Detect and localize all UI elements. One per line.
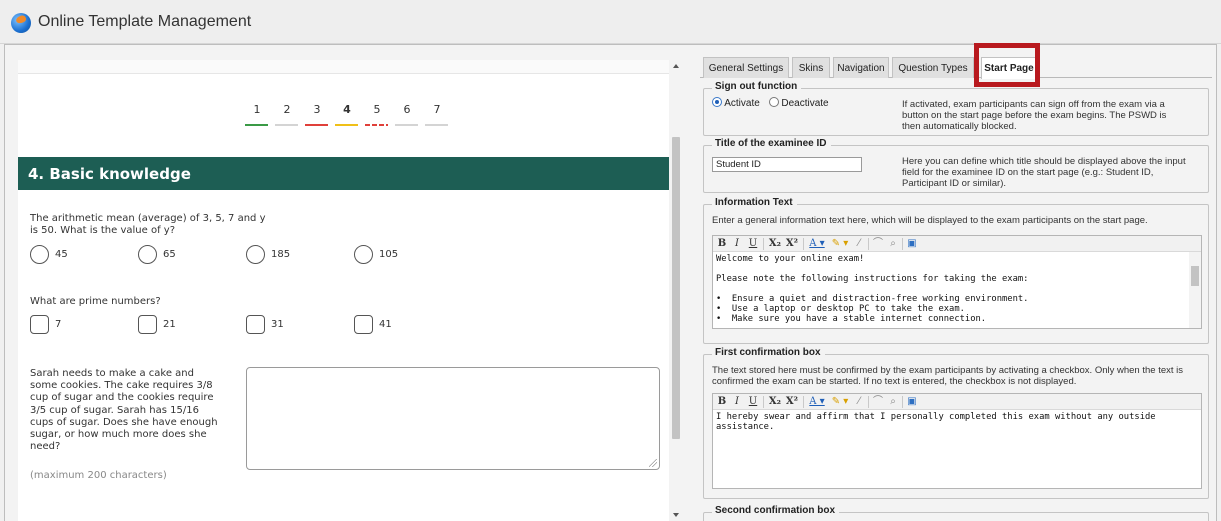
- checkbox-icon[interactable]: [138, 315, 157, 334]
- information-text-description: Enter a general information text here, w…: [712, 215, 1148, 226]
- question-1-text: The arithmetic mean (average) of 3, 5, 7…: [30, 213, 266, 236]
- page-link-6[interactable]: 6: [394, 103, 420, 126]
- question-2-text: What are prime numbers?: [30, 296, 161, 307]
- checkbox-icon[interactable]: [354, 315, 373, 334]
- examinee-id-title-input[interactable]: [712, 157, 862, 172]
- clear-format-icon[interactable]: ⁄: [854, 396, 864, 408]
- editor-toolbar: B I U X₂ X² A ▾ ✎ ▾ ⁄ ⌒ ⌕ ▣: [713, 236, 1201, 252]
- deactivate-radio[interactable]: Deactivate: [768, 97, 829, 109]
- bold-button[interactable]: B: [717, 396, 727, 408]
- unlink-icon[interactable]: ⌕: [887, 396, 899, 408]
- source-view-icon[interactable]: ▣: [906, 238, 918, 250]
- title-bar: Online Template Management: [0, 0, 1221, 44]
- editor-scrollbar-thumb[interactable]: [1191, 266, 1199, 286]
- page-link-4[interactable]: 4: [334, 103, 360, 126]
- link-icon[interactable]: ⌒: [872, 396, 884, 408]
- font-color-icon[interactable]: A ▾: [808, 238, 826, 250]
- sign-out-legend: Sign out function: [712, 81, 802, 92]
- first-confirmation-content[interactable]: I hereby swear and affirm that I persona…: [713, 410, 1201, 488]
- clear-format-icon[interactable]: ⁄: [854, 238, 864, 250]
- examinee-id-group: Title of the examinee ID Here you can de…: [703, 138, 1209, 193]
- radio-selected-icon[interactable]: [712, 97, 722, 107]
- first-confirmation-description: The text stored here must be confirmed b…: [712, 365, 1184, 387]
- italic-button[interactable]: I: [732, 396, 742, 408]
- settings-tabs: General Settings Skins Navigation Questi…: [700, 43, 1212, 87]
- preview-scrollbar[interactable]: [669, 60, 683, 521]
- preview-top-edge: [18, 60, 669, 74]
- tab-question-types[interactable]: Question Types: [892, 57, 974, 78]
- tab-skins[interactable]: Skins: [792, 57, 830, 78]
- tab-navigation[interactable]: Navigation: [833, 57, 889, 78]
- second-confirmation-group: Second confirmation box: [703, 505, 1209, 521]
- first-confirmation-legend: First confirmation box: [712, 347, 825, 358]
- examinee-id-description: Here you can define which title should b…: [902, 156, 1186, 189]
- section-title: 4. Basic knowledge: [18, 157, 669, 190]
- information-text-legend: Information Text: [712, 197, 797, 208]
- subscript-button[interactable]: X₂: [768, 238, 782, 250]
- sign-out-description: If activated, exam participants can sign…: [902, 99, 1167, 132]
- radio-icon[interactable]: [354, 245, 373, 264]
- underline-button[interactable]: U: [748, 238, 758, 250]
- sign-out-group: Sign out function Activate Deactivate If…: [703, 81, 1209, 136]
- page-link-5[interactable]: 5: [364, 103, 390, 126]
- source-view-icon[interactable]: ▣: [906, 396, 918, 408]
- unlink-icon[interactable]: ⌕: [887, 238, 899, 250]
- first-confirmation-group: First confirmation box The text stored h…: [703, 347, 1209, 499]
- scroll-down-arrow-icon[interactable]: [673, 513, 679, 517]
- activate-radio[interactable]: Activate: [712, 97, 760, 109]
- app-title: Online Template Management: [38, 13, 252, 30]
- scrollbar-thumb[interactable]: [672, 137, 680, 439]
- max-characters-hint: (maximum 200 characters): [30, 470, 167, 481]
- resize-grip-icon[interactable]: [649, 459, 657, 467]
- start-page-highlight-frame: [974, 43, 1040, 87]
- exam-preview-panel: 1 2 3 4 5 6 7 4. Basic knowledge The ari…: [18, 60, 669, 521]
- superscript-button[interactable]: X²: [785, 396, 799, 408]
- subscript-button[interactable]: X₂: [768, 396, 782, 408]
- highlight-color-icon[interactable]: ✎ ▾: [831, 238, 849, 250]
- editor-toolbar: B I U X₂ X² A ▾ ✎ ▾ ⁄ ⌒ ⌕ ▣: [713, 394, 1201, 410]
- editor-scrollbar[interactable]: [1189, 252, 1201, 328]
- page-link-3[interactable]: 3: [304, 103, 330, 126]
- information-text-content[interactable]: Welcome to your online exam! Please note…: [713, 252, 1189, 326]
- underline-button[interactable]: U: [748, 396, 758, 408]
- font-color-icon[interactable]: A ▾: [808, 396, 826, 408]
- question-3-text: Sarah needs to make a cake and some cook…: [30, 368, 218, 453]
- information-text-editor[interactable]: B I U X₂ X² A ▾ ✎ ▾ ⁄ ⌒ ⌕ ▣ Welcome to y…: [712, 235, 1202, 329]
- radio-icon[interactable]: [138, 245, 157, 264]
- checkbox-icon[interactable]: [246, 315, 265, 334]
- first-confirmation-editor[interactable]: B I U X₂ X² A ▾ ✎ ▾ ⁄ ⌒ ⌕ ▣ I hereby swe…: [712, 393, 1202, 489]
- bold-button[interactable]: B: [717, 238, 727, 250]
- page-link-1[interactable]: 1: [244, 103, 270, 126]
- radio-icon[interactable]: [768, 97, 779, 107]
- page-link-2[interactable]: 2: [274, 103, 300, 126]
- sign-out-options: Activate Deactivate: [712, 97, 829, 109]
- second-confirmation-legend: Second confirmation box: [712, 505, 840, 516]
- checkbox-icon[interactable]: [30, 315, 49, 334]
- information-text-group: Information Text Enter a general informa…: [703, 197, 1209, 344]
- link-icon[interactable]: ⌒: [872, 238, 884, 250]
- scroll-up-arrow-icon[interactable]: [673, 64, 679, 68]
- superscript-button[interactable]: X²: [785, 238, 799, 250]
- app-logo-icon: [11, 13, 31, 33]
- radio-icon[interactable]: [30, 245, 49, 264]
- tab-general-settings[interactable]: General Settings: [703, 57, 789, 78]
- settings-panel: General Settings Skins Navigation Questi…: [700, 43, 1212, 521]
- question-3-answer-textarea[interactable]: [246, 367, 660, 470]
- examinee-id-legend: Title of the examinee ID: [712, 138, 831, 149]
- page-link-7[interactable]: 7: [424, 103, 450, 126]
- highlight-color-icon[interactable]: ✎ ▾: [831, 396, 849, 408]
- italic-button[interactable]: I: [732, 238, 742, 250]
- radio-icon[interactable]: [246, 245, 265, 264]
